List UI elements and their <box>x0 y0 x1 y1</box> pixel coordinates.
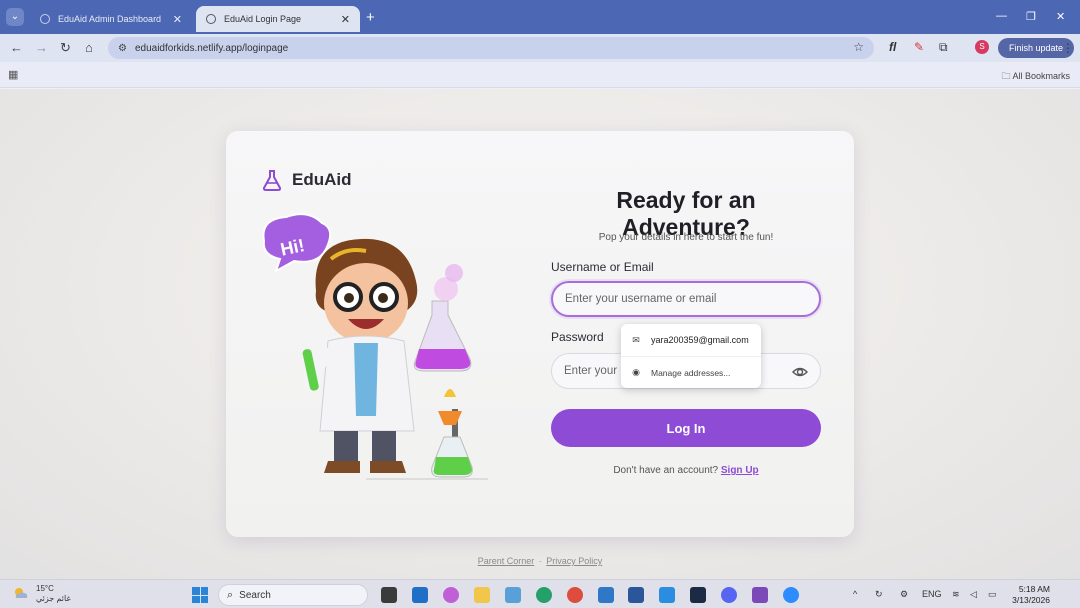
close-icon[interactable]: ✕ <box>173 13 182 26</box>
visual-studio-icon[interactable] <box>752 587 768 603</box>
autofill-dropdown: ✉ yara200359@gmail.com ◉ Manage addresse… <box>621 324 761 388</box>
scientist-kid-illustration: Hi! <box>262 213 488 480</box>
time: 5:18 AM <box>1018 584 1050 594</box>
signup-prompt: Don't have an account? <box>613 465 719 476</box>
address-bar[interactable]: ⚙ eduaidforkids.netlify.app/loginpage ☆ <box>108 37 874 59</box>
login-button[interactable]: Log In <box>551 409 821 447</box>
brand: EduAid <box>262 169 352 191</box>
clock[interactable]: 5:18 AM 3/13/2026 <box>1012 584 1050 606</box>
site-info-icon[interactable]: ⚙ <box>118 43 127 54</box>
new-tab-button[interactable]: + <box>366 9 375 26</box>
folder-icon: 🗀 <box>1001 71 1011 81</box>
battery-icon[interactable]: ▭ <box>988 589 997 600</box>
menu-icon[interactable]: ⋮ <box>1062 41 1074 55</box>
vscode-icon[interactable] <box>659 587 675 603</box>
windows-start-icon[interactable] <box>192 587 208 603</box>
tab-title: EduAid Login Page <box>224 14 302 24</box>
database-app-icon[interactable] <box>598 587 614 603</box>
date: 3/13/2026 <box>1012 595 1050 605</box>
bookmark-star-icon[interactable]: ☆ <box>853 40 864 54</box>
globe-icon <box>206 14 216 24</box>
signup-row: Don't have an account? Sign Up <box>551 465 821 476</box>
url-text: eduaidforkids.netlify.app/loginpage <box>134 42 289 54</box>
weather-widget[interactable]: 15°C غائم جزئي <box>12 584 71 604</box>
chrome-icon: ◉ <box>632 367 640 377</box>
tray-sync-icon[interactable]: ↻ <box>875 589 883 600</box>
username-label: Username or Email <box>551 260 654 274</box>
minimize-button[interactable]: — <box>996 10 1007 22</box>
restore-button[interactable]: ❐ <box>1026 10 1036 23</box>
tab-title: EduAid Admin Dashboard <box>58 14 162 24</box>
pen-extension-icon[interactable]: ✎ <box>914 40 924 54</box>
footer-links: Parent Corner · Privacy Policy <box>477 556 603 566</box>
username-input[interactable]: Enter your username or email <box>551 281 821 317</box>
windows-taskbar: 15°C غائم جزئي ⌕ Search ^ ↻ ⚙ ENG ≋ ◁ ▭ … <box>0 579 1080 608</box>
discord-icon[interactable] <box>721 587 737 603</box>
tray-chevron-icon[interactable]: ^ <box>853 589 857 599</box>
close-icon[interactable]: ✕ <box>341 13 350 26</box>
parent-corner-link[interactable]: Parent Corner <box>478 556 535 566</box>
autofill-email-option[interactable]: ✉ yara200359@gmail.com <box>621 324 761 356</box>
tray-settings-icon[interactable]: ⚙ <box>900 589 908 600</box>
store-icon[interactable] <box>505 587 521 603</box>
weather-description: غائم جزئي <box>36 594 71 603</box>
page-background: EduAid Hi! Ready for an Adventure? Pop y… <box>0 89 1080 579</box>
all-bookmarks-label: All Bookmarks <box>1012 71 1070 81</box>
taskbar-search[interactable]: ⌕ Search <box>218 584 368 606</box>
word-icon[interactable] <box>628 587 644 603</box>
extension-icon[interactable]: fl <box>889 40 896 54</box>
tab-login-page[interactable]: EduAid Login Page ✕ <box>196 6 360 32</box>
close-window-button[interactable]: ✕ <box>1056 10 1065 23</box>
autofill-email: yara200359@gmail.com <box>651 335 749 345</box>
back-icon[interactable]: ← <box>10 40 23 55</box>
temperature: 15°C <box>36 584 54 593</box>
wifi-icon[interactable]: ≋ <box>952 589 960 600</box>
task-view-icon[interactable] <box>381 587 397 603</box>
search-icon: ⌕ <box>227 588 234 601</box>
manage-addresses-option[interactable]: ◉ Manage addresses... <box>621 356 761 388</box>
flask-icon <box>262 170 282 191</box>
signup-link[interactable]: Sign Up <box>721 465 759 476</box>
tab-strip: ⌄ EduAid Admin Dashboard ✕ EduAid Login … <box>0 0 1080 34</box>
volume-icon[interactable]: ◁ <box>970 589 977 600</box>
password-label: Password <box>551 330 604 344</box>
reload-icon[interactable]: ↻ <box>60 40 71 56</box>
zoom-icon[interactable] <box>783 587 799 603</box>
outlook-icon[interactable] <box>412 587 428 603</box>
username-placeholder: Enter your username or email <box>565 293 717 305</box>
page-subtitle: Pop your details in here to start the fu… <box>598 232 774 243</box>
browser-toolbar: ← → ↻ ⌂ ⚙ eduaidforkids.netlify.app/logi… <box>0 34 1080 62</box>
globe-icon <box>40 14 50 24</box>
tab-search-icon[interactable]: ⌄ <box>6 8 24 26</box>
app-k-icon[interactable] <box>536 587 552 603</box>
all-bookmarks-button[interactable]: 🗀 All Bookmarks <box>1001 69 1070 85</box>
apps-grid-icon[interactable]: ▦ <box>8 68 18 81</box>
android-studio-icon[interactable] <box>690 587 706 603</box>
privacy-policy-link[interactable]: Privacy Policy <box>546 556 602 566</box>
brand-name: EduAid <box>292 170 352 189</box>
eye-icon[interactable] <box>792 364 808 380</box>
manage-addresses-label: Manage addresses... <box>651 367 731 378</box>
home-icon[interactable]: ⌂ <box>85 40 93 55</box>
forward-icon[interactable]: → <box>35 40 48 55</box>
mail-icon: ✉ <box>632 334 640 345</box>
extensions-puzzle-icon[interactable]: ⧉ <box>939 40 948 55</box>
chrome-taskbar-icon[interactable] <box>567 587 583 603</box>
copilot-icon[interactable] <box>443 587 459 603</box>
search-label: Search <box>239 589 271 601</box>
cloudy-weather-icon <box>15 588 28 598</box>
file-explorer-icon[interactable] <box>474 587 490 603</box>
password-placeholder: Enter your p <box>564 365 627 377</box>
profile-avatar[interactable]: S <box>975 40 989 54</box>
bookmarks-bar: ▦ 🗀 All Bookmarks <box>0 62 1080 88</box>
tab-admin-dashboard[interactable]: EduAid Admin Dashboard ✕ <box>30 6 192 32</box>
language-indicator[interactable]: ENG <box>922 589 942 599</box>
